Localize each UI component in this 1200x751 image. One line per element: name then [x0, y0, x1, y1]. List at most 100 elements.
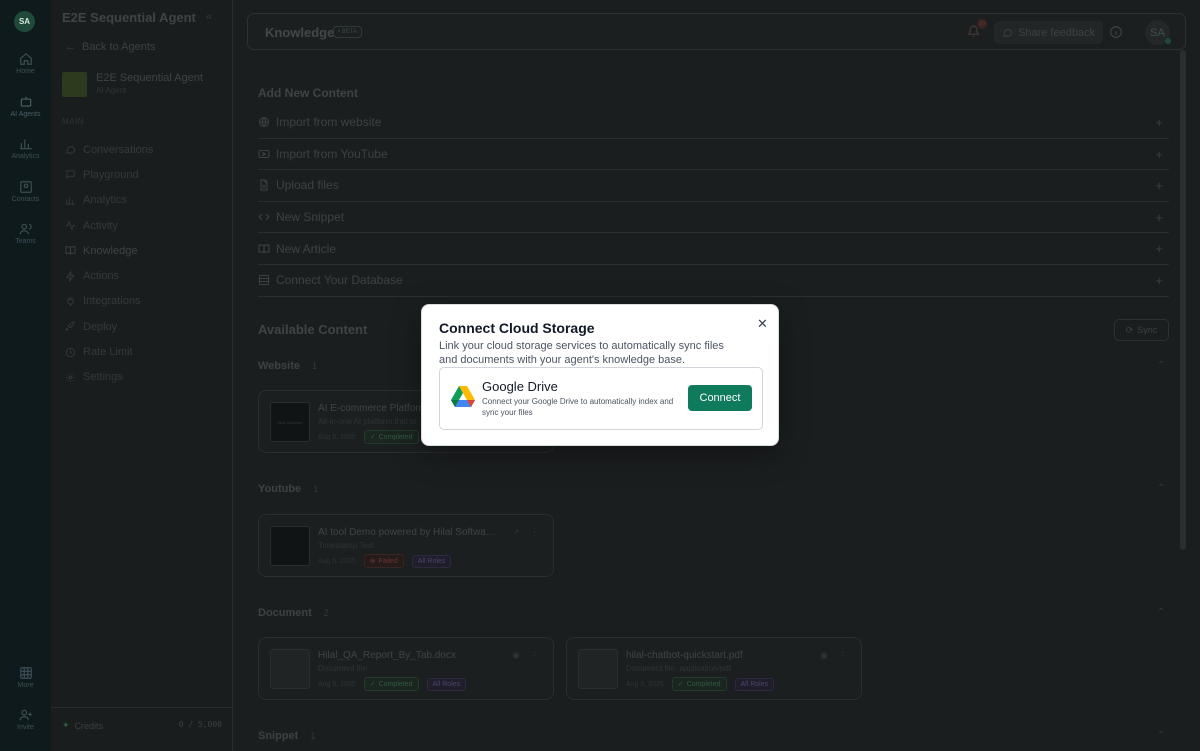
group-count: 1: [313, 484, 319, 494]
group-label: Website: [258, 360, 300, 372]
rocket-icon: [65, 321, 75, 332]
import-youtube-row[interactable]: Import from YouTube +: [258, 139, 1169, 171]
sidebar-item-playground[interactable]: Playground: [63, 162, 225, 187]
sidebar-item-label: Rate Limit: [83, 346, 133, 359]
roles-badge: All Roles: [411, 554, 452, 568]
content-card-document[interactable]: Hilal_QA_Report_By_Tab.docx Document fil…: [258, 637, 554, 700]
eye-icon[interactable]: ◉: [820, 650, 828, 661]
workspace-avatar[interactable]: SA: [14, 11, 35, 32]
icon-rail: SA Home AI Agents Analytics Contacts Tea…: [0, 0, 51, 751]
upload-files-row[interactable]: Upload files +: [258, 170, 1169, 202]
contacts-icon: [19, 181, 32, 193]
sidebar-item-label: Conversations: [83, 143, 154, 156]
rail-analytics[interactable]: Analytics: [0, 137, 51, 160]
info-icon[interactable]: [1109, 25, 1123, 39]
sidebar-title: E2E Sequential Agent: [62, 10, 196, 25]
sidebar-item-deploy[interactable]: Deploy: [63, 314, 225, 339]
card-meta: Aug 5, 2025 ✓ Completed All Roles: [318, 677, 467, 691]
credits-value: 0 / 5,000: [178, 720, 222, 729]
sync-button[interactable]: ⟳ Sync: [1114, 319, 1169, 341]
connect-database-row[interactable]: Connect Your Database +: [258, 265, 1169, 297]
connect-button[interactable]: Connect: [688, 385, 752, 411]
back-to-agents-link[interactable]: ← Back to Agents: [65, 41, 155, 53]
share-feedback-button[interactable]: Share feedback: [994, 21, 1104, 44]
users-icon: [19, 223, 32, 235]
collapse-sidebar-icon[interactable]: «: [206, 11, 212, 23]
connect-database-label: Connect Your Database: [276, 273, 403, 288]
gear-icon: [65, 372, 76, 382]
close-icon[interactable]: ✕: [757, 316, 768, 332]
rail-contacts[interactable]: Contacts: [0, 180, 51, 203]
sidebar-item-knowledge[interactable]: Knowledge: [63, 238, 225, 263]
group-youtube-header[interactable]: Youtube 1: [258, 483, 318, 495]
status-badge: ✓ Completed: [363, 430, 419, 444]
notification-count: 10: [977, 19, 987, 29]
message-icon: [66, 146, 76, 154]
rail-teams[interactable]: Teams: [0, 222, 51, 245]
file-icon: [260, 179, 268, 191]
new-article-row[interactable]: New Article +: [258, 233, 1169, 265]
content-card-youtube[interactable]: AI tool Demo powered by Hilal Software..…: [258, 514, 554, 577]
sidebar-item-rate-limit[interactable]: Rate Limit: [63, 339, 225, 364]
add-content-heading: Add New Content: [258, 86, 358, 100]
eye-icon[interactable]: ◉: [512, 650, 520, 661]
plus-icon[interactable]: +: [1155, 241, 1163, 256]
activity-icon: [65, 220, 76, 231]
rail-more[interactable]: More: [0, 666, 51, 689]
status-text: Completed: [378, 433, 413, 441]
rail-ai-agents[interactable]: AI Agents: [0, 95, 51, 118]
sidebar-item-label: Activity: [83, 219, 118, 232]
more-vertical-icon[interactable]: ⋮: [530, 650, 539, 661]
bar-chart-icon: [65, 196, 76, 205]
page-title: Knowledge: [265, 25, 335, 40]
book-icon: [258, 244, 270, 253]
rail-home[interactable]: Home: [0, 52, 51, 75]
home-icon: [19, 52, 32, 65]
sidebar-item-settings[interactable]: Settings: [63, 365, 225, 390]
scrollbar[interactable]: [1180, 50, 1186, 550]
credits-icon: ✦: [62, 720, 70, 730]
card-title: Hilal_QA_Report_By_Tab.docx: [318, 650, 456, 661]
new-snippet-row[interactable]: New Snippet +: [258, 202, 1169, 234]
content-card-document[interactable]: hilal-chatbot-quickstart.pdf Document fi…: [566, 637, 862, 700]
sidebar-item-label: Integrations: [83, 295, 141, 308]
plus-icon[interactable]: +: [1155, 210, 1163, 225]
rail-invite[interactable]: Invite: [0, 708, 51, 731]
group-website-header[interactable]: Website 1: [258, 360, 317, 372]
book-icon: [65, 246, 76, 255]
sidebar-item-conversations[interactable]: Conversations: [63, 137, 225, 162]
chevron-up-icon[interactable]: ⌃: [1157, 483, 1165, 494]
card-title: AI tool Demo powered by Hilal Software..…: [318, 527, 498, 538]
group-snippet-header[interactable]: Snippet 1: [258, 730, 315, 742]
more-vertical-icon[interactable]: ⋮: [838, 650, 847, 661]
modal-description: Link your cloud storage services to auto…: [439, 340, 724, 366]
google-drive-provider: Google Drive Connect your Google Drive t…: [439, 367, 763, 430]
share-feedback-label: Share feedback: [1018, 26, 1096, 39]
sidebar-item-activity[interactable]: Activity: [63, 213, 225, 238]
rail-invite-label: Invite: [17, 724, 34, 731]
rail-teams-label: Teams: [15, 238, 36, 245]
external-link-icon[interactable]: ↗: [512, 527, 520, 538]
document-thumbnail: [270, 649, 310, 689]
chevron-up-icon[interactable]: ⌃: [1157, 730, 1165, 741]
sidebar-item-label: Knowledge: [83, 244, 138, 257]
group-document-header[interactable]: Document 2: [258, 607, 329, 619]
plus-icon[interactable]: +: [1155, 178, 1163, 193]
more-vertical-icon[interactable]: ⋮: [530, 527, 539, 538]
plus-icon[interactable]: +: [1155, 147, 1163, 162]
plus-icon[interactable]: +: [1155, 273, 1163, 288]
provider-description: Connect your Google Drive to automatical…: [482, 397, 674, 417]
sidebar-item-actions[interactable]: Actions: [63, 263, 225, 288]
provider-name: Google Drive: [482, 379, 558, 394]
chevron-up-icon[interactable]: ⌃: [1157, 360, 1165, 371]
card-title: hilal-chatbot-quickstart.pdf: [626, 650, 743, 661]
import-website-row[interactable]: Import from website +: [258, 107, 1169, 139]
sidebar-item-label: Deploy: [83, 320, 118, 333]
chevron-up-icon[interactable]: ⌃: [1157, 607, 1165, 618]
plus-icon[interactable]: +: [1155, 115, 1163, 130]
sidebar-item-integrations[interactable]: Integrations: [63, 289, 225, 314]
sidebar-item-analytics[interactable]: Analytics: [63, 188, 225, 213]
status-text: Failed: [378, 557, 398, 565]
card-actions: ◉ ⋮: [820, 650, 847, 661]
credits-label: Credits: [74, 720, 104, 731]
